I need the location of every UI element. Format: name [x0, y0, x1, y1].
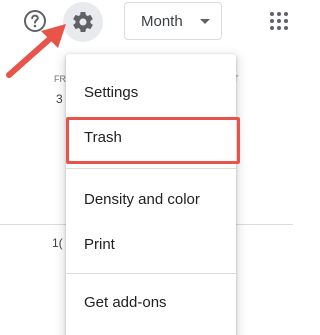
view-select[interactable]: Month — [124, 2, 222, 40]
menu-divider — [66, 273, 236, 274]
menu-item-trash[interactable]: Trash — [66, 115, 240, 164]
gear-icon — [73, 12, 93, 33]
menu-item-label: Trash — [84, 129, 122, 146]
menu-item-label: Get add-ons — [84, 294, 167, 311]
chevron-down-icon — [200, 19, 210, 24]
help-button[interactable] — [22, 8, 48, 34]
help-circle-icon — [24, 10, 46, 32]
menu-item-print[interactable]: Print — [66, 222, 236, 267]
day-number: 3 — [56, 92, 63, 106]
day-label-fri: FR — [54, 74, 66, 84]
day-number: 1( — [52, 236, 63, 250]
apps-button[interactable] — [270, 12, 288, 30]
menu-item-density-and-color[interactable]: Density and color — [66, 177, 236, 222]
menu-divider — [66, 168, 236, 169]
menu-item-label: Density and color — [84, 191, 200, 208]
menu-item-settings[interactable]: Settings — [66, 70, 236, 115]
view-select-value: Month — [141, 12, 183, 30]
apps-grid-icon — [270, 12, 274, 16]
settings-button[interactable] — [63, 2, 103, 42]
settings-menu: Settings Trash Density and color Print G… — [66, 54, 240, 335]
menu-item-label: Settings — [84, 84, 139, 101]
menu-item-label: Print — [84, 236, 115, 253]
menu-item-get-add-ons[interactable]: Get add-ons — [66, 280, 236, 325]
